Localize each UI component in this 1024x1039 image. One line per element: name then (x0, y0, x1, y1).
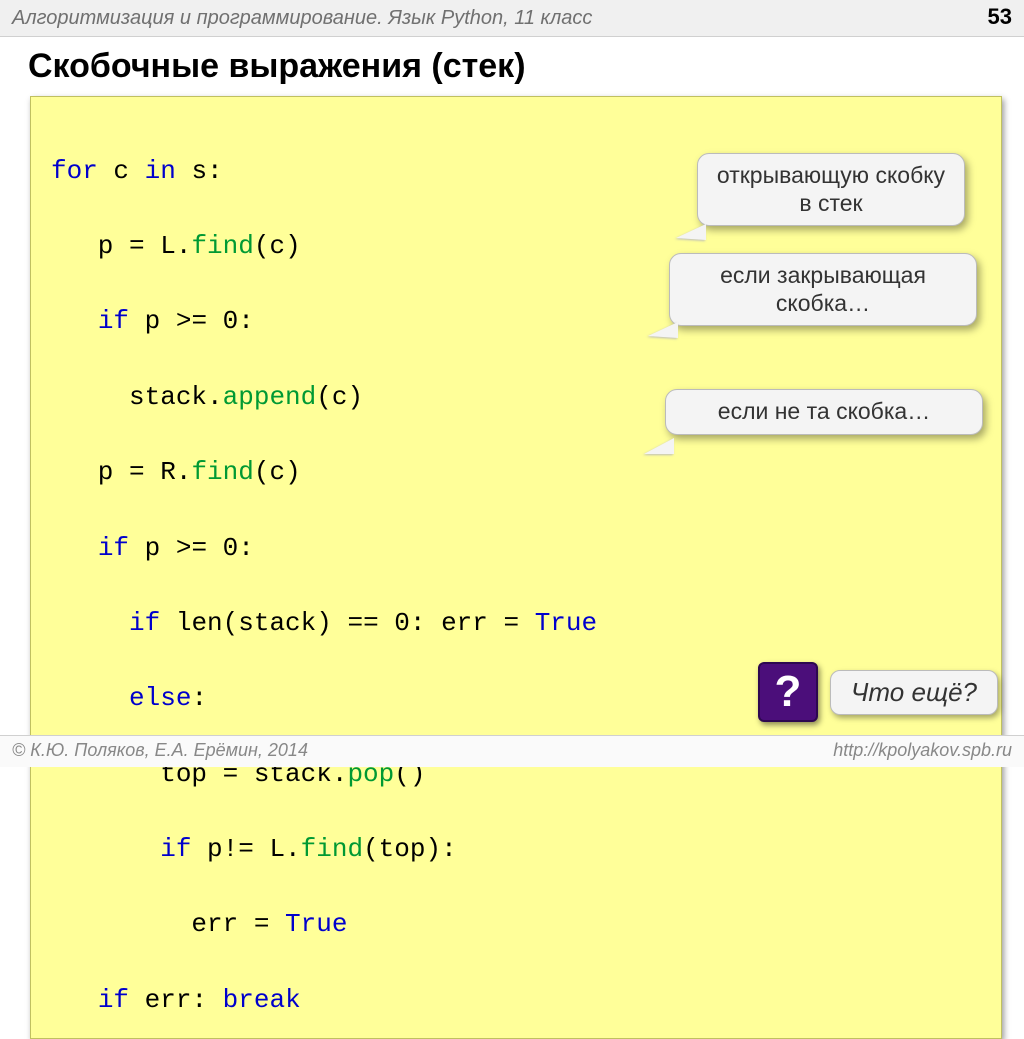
kw-else: else (129, 683, 191, 713)
header-bar: Алгоритмизация и программирование. Язык … (0, 0, 1024, 37)
callout-text: если не та скобка… (718, 398, 930, 424)
question-text-box: Что ещё? (830, 670, 998, 715)
kw-if: if (98, 306, 129, 336)
code-block: for c in s: p = L.find(c) if p >= 0: sta… (51, 115, 981, 1020)
copyright-text: © К.Ю. Поляков, Е.А. Ерёмин, 2014 (12, 740, 308, 761)
fn-append: append (223, 382, 317, 412)
kw-if: if (98, 985, 129, 1015)
callout-tail-icon (644, 438, 674, 454)
question-row: ? Что ещё? (758, 662, 998, 722)
code-panel: for c in s: p = L.find(c) if p >= 0: sta… (30, 96, 1002, 1039)
kw-for: for (51, 156, 98, 186)
page-number: 53 (988, 4, 1012, 30)
question-text: Что ещё? (851, 677, 977, 707)
kw-if: if (98, 533, 129, 563)
callout-tail-icon (676, 224, 706, 240)
callout-text: открывающую скобку в стек (717, 162, 945, 216)
kw-in: in (145, 156, 176, 186)
fn-find: find (191, 457, 253, 487)
callout-text: если закрывающая скобка… (720, 262, 926, 316)
callout-open-bracket: открывающую скобку в стек (697, 153, 965, 226)
const-true: True (285, 909, 347, 939)
slide-title: Скобочные выражения (стек) (28, 47, 1024, 86)
callout-close-bracket: если закрывающая скобка… (669, 253, 977, 326)
footer-bar: © К.Ю. Поляков, Е.А. Ерёмин, 2014 http:/… (0, 735, 1024, 767)
footer-url: http://kpolyakov.spb.ru (833, 740, 1012, 761)
fn-find: find (301, 834, 363, 864)
kw-if: if (160, 834, 191, 864)
const-true: True (535, 608, 597, 638)
header-subtitle: Алгоритмизация и программирование. Язык … (12, 7, 592, 30)
kw-break: break (223, 985, 301, 1015)
question-mark-icon: ? (758, 662, 818, 722)
kw-if: if (129, 608, 160, 638)
fn-find: find (191, 231, 253, 261)
callout-wrong-bracket: если не та скобка… (665, 389, 983, 435)
callout-tail-icon (648, 322, 678, 338)
